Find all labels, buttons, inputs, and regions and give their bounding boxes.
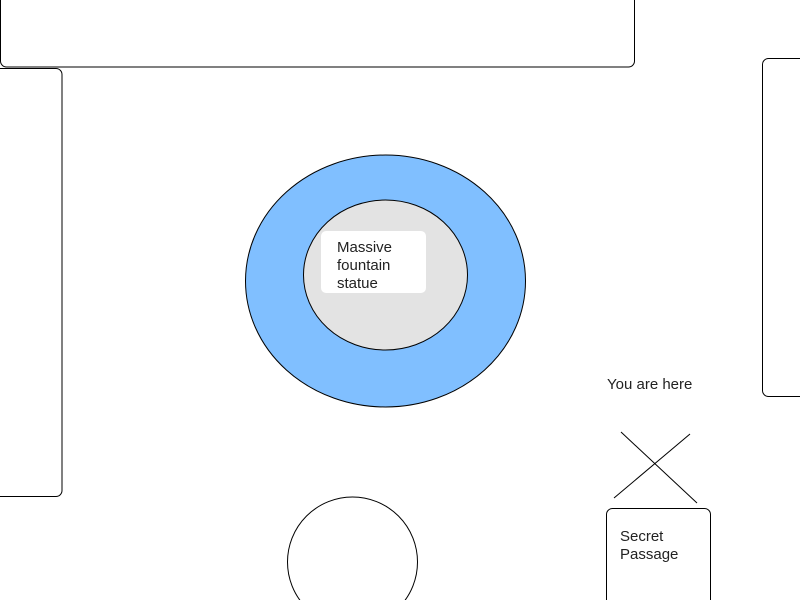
round-room: [287, 496, 418, 600]
right-room: [762, 58, 800, 397]
secret-passage-label-line: Secret: [620, 528, 664, 545]
top-room: [0, 0, 635, 68]
fountain-label-line: Massive: [337, 239, 392, 256]
fountain-label-line: statue: [337, 275, 378, 292]
floor-map: Massive fountain statue You are here Sec…: [0, 0, 800, 600]
secret-passage-label: Secret Passage: [620, 528, 678, 563]
fountain: Massive fountain statue: [245, 154, 526, 408]
x-mark-icon: [613, 431, 698, 504]
you-are-here-label: You are here: [607, 376, 692, 393]
fountain-label-line: fountain: [337, 257, 390, 274]
secret-passage-label-line: Passage: [620, 546, 678, 563]
left-room: [0, 68, 63, 497]
